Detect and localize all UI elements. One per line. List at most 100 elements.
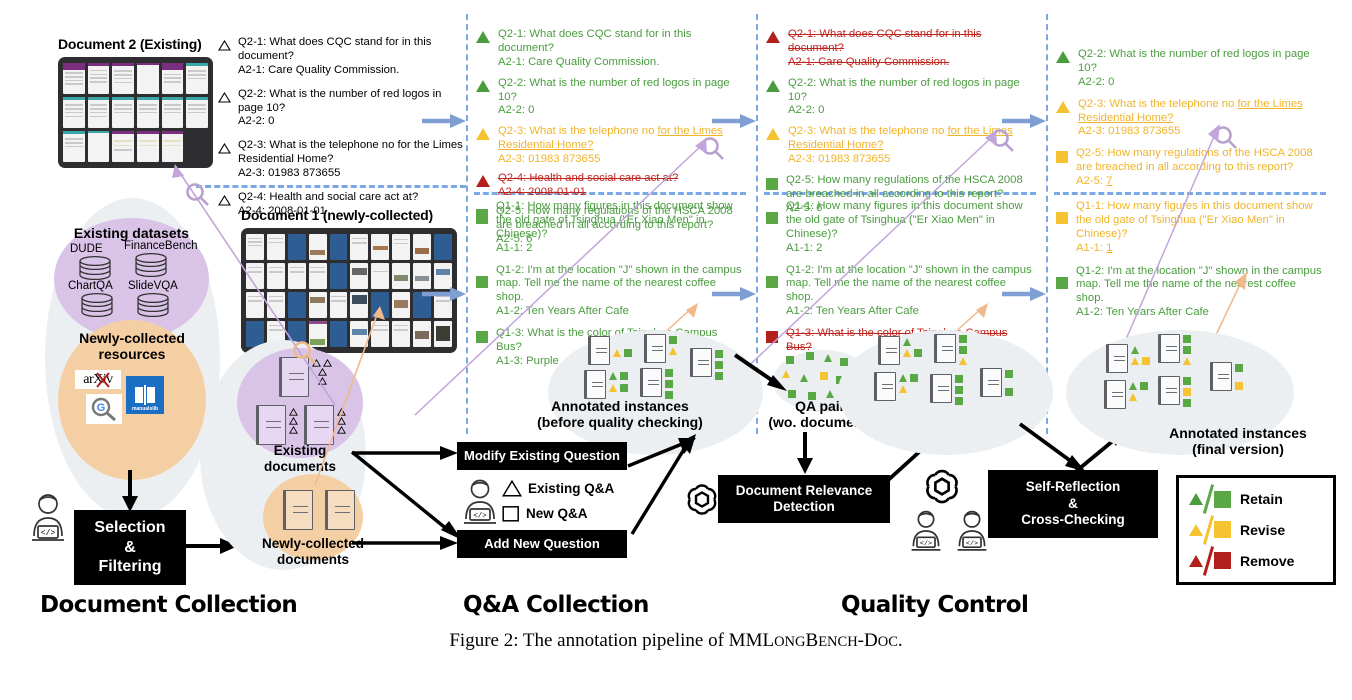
marker-square-green: [914, 349, 922, 357]
marker-square-green: [959, 335, 967, 343]
openai-icon-relevance: [687, 484, 717, 515]
document-2-page-grid: [58, 57, 213, 168]
marker-triangle-red: [1189, 554, 1203, 567]
a-pre: A2-5:: [1076, 175, 1107, 188]
page-thumb: [136, 131, 159, 162]
annotated-before-label: Annotated instances (before quality chec…: [475, 398, 765, 430]
marker-triangle-yellow: [613, 349, 621, 357]
modify-existing-question-box[interactable]: Modify Existing Question: [457, 442, 627, 470]
add-new-question-box[interactable]: Add New Question: [457, 530, 627, 558]
triangle-hollow-icon: [218, 143, 231, 154]
document-icon: [690, 348, 712, 377]
page-thumb: [161, 63, 184, 94]
arxiv-strike: [96, 372, 110, 388]
legend-row-revise: Revise: [1189, 515, 1323, 545]
document-icon: [930, 374, 952, 403]
marker-square-green: [1056, 276, 1068, 289]
marker-triangle-green: [899, 374, 907, 382]
qa-question: Q2-1: What does CQC stand for in this do…: [788, 28, 982, 54]
qa-answer: A2-2: 0: [498, 104, 535, 117]
dataset-dude: DUDE: [70, 243, 116, 284]
triangle-hollow-icon: [218, 40, 231, 51]
arxiv-logo: arXiv: [75, 370, 121, 389]
marker-square-yellow: [1142, 357, 1150, 365]
marker-triangle-yellow: [899, 385, 907, 393]
document-icon: [1106, 344, 1128, 373]
page-thumb: [136, 63, 159, 94]
dataset-label: DUDE: [70, 243, 103, 255]
q-pre: Q2-3: What is the telephone no: [1078, 97, 1238, 110]
arrow-sources-to-selection: [122, 470, 138, 512]
new-qa-label: New Q&A: [526, 506, 588, 521]
openai-icon-quality: [926, 469, 958, 504]
page-thumb: [63, 63, 85, 94]
qa-answer: A2-2: 0: [788, 104, 825, 117]
arrow-blue-source-to-annotated: [422, 114, 466, 128]
svg-text:G: G: [97, 402, 106, 414]
marker-square-green: [1183, 377, 1191, 385]
page-thumb: [112, 131, 134, 162]
source-q: Q2-1: What does CQC stand for in this do…: [238, 36, 432, 62]
existing-qa-label: Existing Q&A: [528, 481, 615, 496]
square-hollow-icon: [502, 506, 519, 522]
marker-square-green: [1183, 399, 1191, 407]
marker-square-green: [1214, 490, 1231, 508]
marker-triangle-yellow: [669, 347, 677, 355]
sf-line3: Filtering: [98, 558, 162, 576]
qa-question: Q2-2: What is the number of red logos in…: [788, 76, 1020, 103]
document-icon: [980, 368, 1002, 397]
document-relevance-detection-box[interactable]: Document Relevance Detection: [718, 475, 890, 523]
document-2-title: Document 2 (Existing): [58, 36, 202, 52]
marker-square-green: [959, 346, 967, 354]
magnifier-icon-doc2: [186, 183, 209, 206]
marker-square-yellow: [1235, 382, 1243, 390]
stack-icon: [79, 255, 111, 281]
stack-icon: [81, 292, 113, 318]
ab-line1: Annotated instances: [551, 398, 689, 414]
qa-question: Q2-2: What is the number of red logos in…: [498, 76, 730, 103]
marker-triangle-green: [1189, 493, 1203, 506]
a-pre: A1-1:: [1076, 241, 1107, 254]
page-thumb: [87, 97, 110, 128]
marker-square-yellow: [820, 372, 828, 380]
annotator-legend-existing: Existing Q&A: [502, 480, 614, 497]
marker-square-red: [1214, 552, 1231, 570]
marker-square-yellow: [1183, 388, 1191, 396]
marker-square-green: [1235, 364, 1243, 372]
dataset-label: ChartQA: [68, 280, 113, 292]
marker-square-green: [620, 384, 628, 392]
caption-period: .: [897, 630, 903, 651]
svg-text:</>: </>: [966, 540, 978, 548]
marker-triangle-green: [1056, 51, 1070, 63]
caption-n3: B: [805, 630, 819, 651]
marker-square-green: [955, 397, 963, 405]
srcc-line3: Cross-Checking: [1021, 512, 1125, 528]
dataset-chartqa: ChartQA: [68, 280, 118, 321]
stage-title-document-collection: Document Collection: [40, 592, 298, 618]
page-thumb: [161, 131, 184, 162]
annotator-icon-quality-2: </>: [954, 508, 990, 554]
marker-triangle-yellow: [1131, 357, 1139, 365]
marker-triangle-red: [766, 31, 780, 43]
search-icon: G: [91, 397, 116, 422]
triangle-hollow-icon: [502, 480, 522, 497]
marker-triangle-yellow: [959, 357, 967, 365]
figure-caption: Figure 2: The annotation pipeline of MML…: [0, 630, 1352, 652]
marker-square-green: [1183, 335, 1191, 343]
marker-square-green: [955, 386, 963, 394]
page-thumb: [186, 97, 208, 128]
svg-text:</>: </>: [41, 529, 56, 538]
qa-answer: A2-1: Care Quality Commission.: [498, 55, 660, 68]
page-thumb: [87, 63, 110, 94]
marker-square-green: [665, 380, 673, 388]
sf-line1: Selection: [94, 519, 166, 537]
marker-square-yellow: [1056, 151, 1068, 164]
qa-answer: A2-1: Care Quality Commission.: [788, 55, 950, 68]
selection-filtering-box[interactable]: Selection & Filtering: [74, 510, 186, 585]
marker-triangle-yellow: [609, 384, 617, 392]
marker-triangle-green: [824, 354, 832, 362]
srcc-line2: &: [1068, 495, 1078, 511]
document-icon: [640, 368, 662, 397]
svg-text:</>: </>: [473, 513, 487, 521]
page-thumb: [161, 97, 184, 128]
